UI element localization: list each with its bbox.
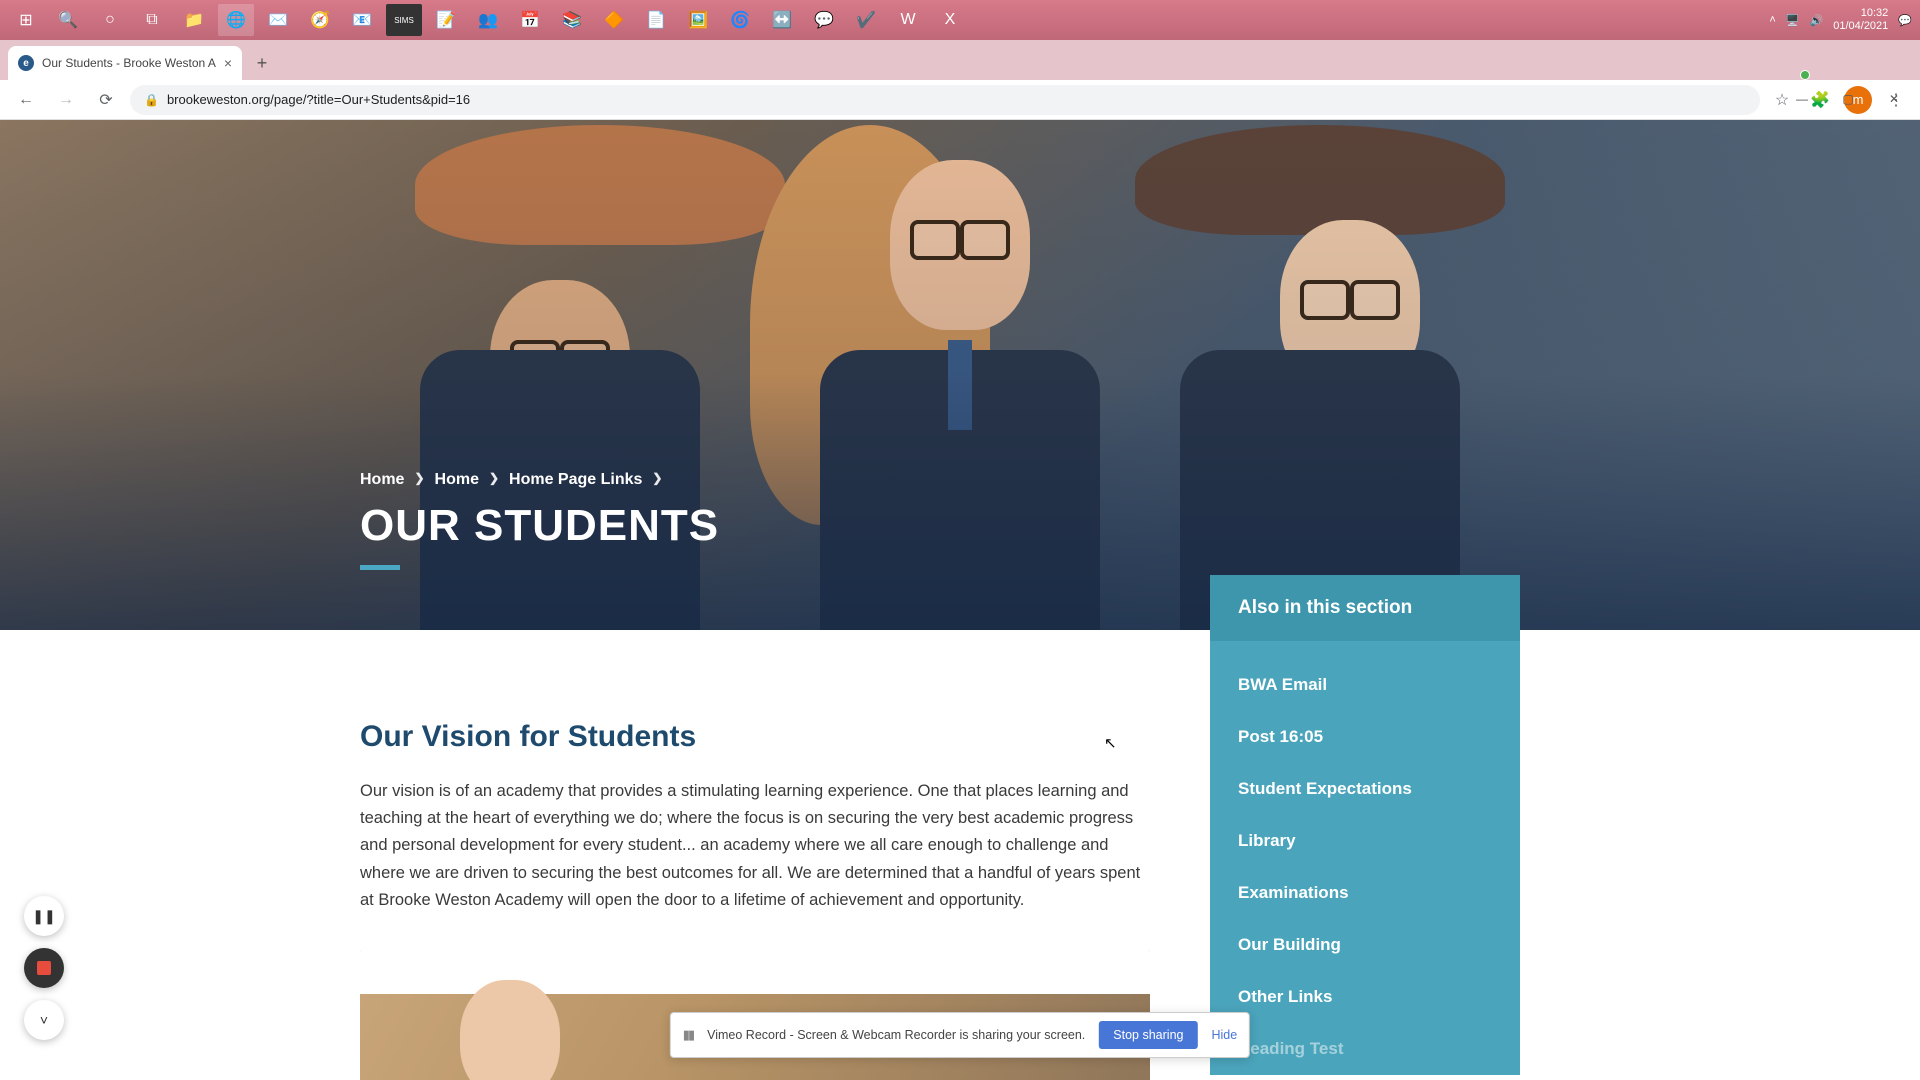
sidebar-item-other-links[interactable]: Other Links: [1210, 971, 1520, 1023]
sidebar-item-examinations[interactable]: Examinations: [1210, 867, 1520, 919]
calendar-icon[interactable]: 📅: [512, 4, 548, 36]
sidebar-item-our-building[interactable]: Our Building: [1210, 919, 1520, 971]
tray-display-icon[interactable]: 🖥️: [1786, 14, 1800, 27]
recorder-collapse-button[interactable]: ˅: [24, 1000, 64, 1040]
tab-close-icon[interactable]: ×: [224, 55, 232, 71]
outlook-icon[interactable]: 📧: [344, 4, 380, 36]
recorder-stop-button[interactable]: [24, 948, 64, 988]
share-message: Vimeo Record - Screen & Webcam Recorder …: [707, 1028, 1085, 1042]
tab-favicon-icon: e: [18, 55, 34, 71]
app-icon-2[interactable]: 📚: [554, 4, 590, 36]
reload-button[interactable]: ⟳: [90, 84, 122, 116]
breadcrumb-item[interactable]: Home: [435, 471, 479, 489]
whatsapp-icon[interactable]: 💬: [806, 4, 842, 36]
excel-icon[interactable]: X: [932, 4, 968, 36]
clock-date: 01/04/2021: [1833, 20, 1888, 33]
maximize-button[interactable]: ▢: [1826, 84, 1870, 114]
app-icon-6[interactable]: ✔️: [848, 4, 884, 36]
screen-share-notification: ▮▮ Vimeo Record - Screen & Webcam Record…: [670, 1012, 1250, 1058]
task-view-icon[interactable]: ⧉: [134, 4, 170, 36]
recorder-pause-button[interactable]: ❚❚: [24, 896, 64, 936]
notes-icon[interactable]: 📝: [428, 4, 464, 36]
new-tab-button[interactable]: +: [248, 49, 276, 77]
recorder-floating-controls: ❚❚ ˅: [24, 896, 64, 1040]
sidebar-item-library[interactable]: Library: [1210, 815, 1520, 867]
share-pause-icon[interactable]: ▮▮: [683, 1027, 693, 1043]
search-icon[interactable]: 🔍: [50, 4, 86, 36]
close-window-button[interactable]: ✕: [1872, 84, 1916, 114]
breadcrumb: Home ❯ Home ❯ Home Page Links ❯: [360, 471, 719, 489]
notifications-icon[interactable]: 💬: [1898, 14, 1912, 27]
back-button[interactable]: ←: [10, 84, 42, 116]
breadcrumb-item[interactable]: Home Page Links: [509, 471, 642, 489]
sims-icon[interactable]: SIMS: [386, 4, 422, 36]
page-viewport[interactable]: Home ❯ Home ❯ Home Page Links ❯ OUR STUD…: [0, 120, 1920, 1080]
app-icon-3[interactable]: 🔶: [596, 4, 632, 36]
teamviewer-icon[interactable]: ↔️: [764, 4, 800, 36]
hero-banner: Home ❯ Home ❯ Home Page Links ❯ OUR STUD…: [0, 120, 1920, 630]
windows-taskbar: ⊞ 🔍 ○ ⧉ 📁 🌐 ✉️ 🧭 📧 SIMS 📝 👥 📅 📚 🔶 📄 🖼️ 🌀…: [0, 0, 1920, 40]
lock-icon: 🔒: [144, 93, 159, 107]
minimize-button[interactable]: —: [1780, 84, 1824, 114]
url-text: brookeweston.org/page/?title=Our+Student…: [167, 92, 470, 107]
sidebar-item-reading-test[interactable]: Reading Test: [1210, 1023, 1520, 1075]
breadcrumb-item[interactable]: Home: [360, 471, 404, 489]
sidebar-item-bwa-email[interactable]: BWA Email: [1210, 659, 1520, 711]
vision-heading: Our Vision for Students: [360, 720, 1150, 754]
file-explorer-icon[interactable]: 📁: [176, 4, 212, 36]
tab-title: Our Students - Brooke Weston A: [42, 56, 216, 70]
browser-tab-strip: e Our Students - Brooke Weston A × +: [0, 40, 1920, 80]
chevron-right-icon: ❯: [652, 471, 662, 489]
edge-icon[interactable]: 🌀: [722, 4, 758, 36]
clock-time: 10:32: [1833, 7, 1888, 20]
start-button[interactable]: ⊞: [8, 4, 44, 36]
hide-sharing-button[interactable]: Hide: [1211, 1028, 1237, 1042]
teams-icon[interactable]: 👥: [470, 4, 506, 36]
sidebar-item-post-1605[interactable]: Post 16:05: [1210, 711, 1520, 763]
chrome-icon[interactable]: 🌐: [218, 4, 254, 36]
vision-body-text: Our vision is of an academy that provide…: [360, 778, 1150, 914]
word-icon[interactable]: W: [890, 4, 926, 36]
cortana-icon[interactable]: ○: [92, 4, 128, 36]
address-bar[interactable]: 🔒 brookeweston.org/page/?title=Our+Stude…: [130, 85, 1760, 115]
page-title: OUR STUDENTS: [360, 501, 719, 551]
app-icon-4[interactable]: 📄: [638, 4, 674, 36]
chevron-right-icon: ❯: [489, 471, 499, 489]
section-sidebar: Also in this section BWA Email Post 16:0…: [1210, 575, 1520, 1075]
title-underline: [360, 565, 400, 570]
chevron-right-icon: ❯: [414, 471, 424, 489]
tray-chevron-icon[interactable]: ˄: [1769, 14, 1775, 26]
taskbar-clock[interactable]: 10:32 01/04/2021: [1833, 7, 1888, 33]
browser-toolbar: ← → ⟳ 🔒 brookeweston.org/page/?title=Our…: [0, 80, 1920, 120]
sidebar-item-student-expectations[interactable]: Student Expectations: [1210, 763, 1520, 815]
recording-indicator-icon: [1800, 70, 1810, 80]
forward-button[interactable]: →: [50, 84, 82, 116]
stop-sharing-button[interactable]: Stop sharing: [1099, 1021, 1197, 1049]
browser-tab[interactable]: e Our Students - Brooke Weston A ×: [8, 46, 242, 80]
sidebar-header: Also in this section: [1210, 575, 1520, 641]
tray-volume-icon[interactable]: 🔊: [1810, 14, 1824, 27]
app-icon-1[interactable]: 🧭: [302, 4, 338, 36]
mail-icon[interactable]: ✉️: [260, 4, 296, 36]
app-icon-5[interactable]: 🖼️: [680, 4, 716, 36]
